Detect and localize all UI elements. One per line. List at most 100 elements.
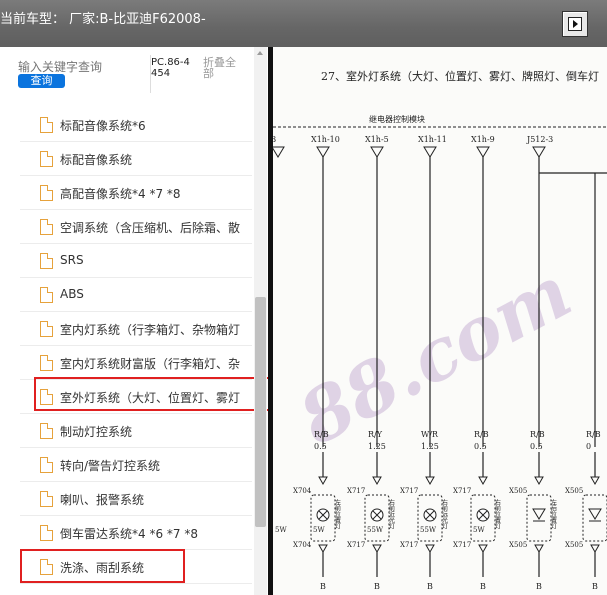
file-icon <box>40 287 53 303</box>
lamp-connector-label: X717 <box>453 541 471 549</box>
wire-size-label: 0 <box>586 442 591 451</box>
wire-color-label: R/B <box>314 430 329 439</box>
connector-arrow <box>590 544 600 554</box>
scrollbar-thumb[interactable] <box>255 297 266 527</box>
connector-pin-label: X1h-5 <box>365 135 389 144</box>
tree-item-label: 制动灯控系统 <box>60 425 133 439</box>
tree-item-label: 标配音像系统*6 <box>60 119 146 133</box>
ground-wire-label: B <box>480 582 486 591</box>
lamp-wattage-label: 55W <box>367 526 384 534</box>
wire-size-label: 0.5 <box>314 442 327 451</box>
highlight-box-exterior-lights <box>34 377 276 411</box>
lamp-name-label: 右前远光灯 <box>441 498 448 530</box>
tree-item[interactable]: 标配音像系统*6 <box>20 109 252 142</box>
lamp-housing <box>582 494 607 542</box>
tree-item-label: 室内灯系统财富版（行李箱灯、杂 <box>60 357 241 371</box>
connector-arrow <box>478 544 488 554</box>
connector-pin-label: J512-3 <box>526 135 553 144</box>
tree-item[interactable]: 高配音像系统*4 *7 *8 <box>20 177 252 210</box>
tree-item-label: 空调系统（含压缩机、后除霜、散 <box>60 221 241 235</box>
connector-pin-label: X1h-9 <box>471 135 495 144</box>
wire-color-label: W/R <box>421 430 439 439</box>
wire-color-label: R/B <box>474 430 489 439</box>
pin-terminal-marker <box>423 146 437 158</box>
connector-arrow <box>590 476 600 486</box>
wire-color-label: R/B <box>530 430 545 439</box>
ground-wire-label: B <box>427 582 433 591</box>
lamp-connector-label: X505 <box>509 541 527 549</box>
file-icon <box>40 117 53 133</box>
pin-terminal-marker <box>273 146 285 158</box>
wiring-diagram: 27、室外灯系统（大灯、位置灯、雾灯、牌照灯、倒车灯 继电器控制模块 88.co… <box>273 47 607 595</box>
highlight-box-washer-wiper <box>20 549 185 583</box>
lamp-wattage-label: 5W <box>473 526 485 534</box>
lamp-wattage-label: 5W <box>275 526 287 534</box>
connector-arrow <box>478 476 488 486</box>
wire-size-label: 0.5 <box>474 442 487 451</box>
wire-size-label: 1.25 <box>421 442 439 451</box>
tree-item-label: 标配音像系统 <box>60 153 133 167</box>
pin-terminal-marker <box>316 146 330 158</box>
tree-item[interactable]: SRS <box>20 245 252 278</box>
file-icon <box>40 491 53 507</box>
connector-pin-label: X1h-10 <box>311 135 340 144</box>
panel-toggle-button[interactable] <box>562 11 588 37</box>
lamp-connector-label: X505 <box>565 541 583 549</box>
tree-item[interactable]: 空调系统（含压缩机、后除霜、散 <box>20 211 252 244</box>
lamp-wattage-label: 5W <box>313 526 325 534</box>
search-button[interactable]: 查询 <box>18 74 65 88</box>
ground-wire-label: B <box>536 582 542 591</box>
lamp-name-label: 右前近光灯 <box>388 498 395 530</box>
left-panel: 查询 PC.86-4454 折叠全部 标配音像系统*6 标配音像系统高配音像系统*… <box>0 47 276 595</box>
wire-size-label: 1.25 <box>368 442 386 451</box>
lamp-connector-label: X717 <box>453 487 471 495</box>
ground-wire-label: B <box>374 582 380 591</box>
scrollbar[interactable] <box>254 47 267 595</box>
tree-item[interactable]: 标配音像系统 <box>20 143 252 176</box>
tree-item[interactable]: 转向/警告灯控系统 <box>20 449 252 482</box>
tree-item[interactable]: 室内灯系统（行李箱灯、杂物箱灯 <box>20 313 252 346</box>
lamp-connector-label: X717 <box>347 487 365 495</box>
lamp-wattage-label: 55W <box>420 526 437 534</box>
module-label: 继电器控制模块 <box>369 114 425 124</box>
wire-color-label: R/Y <box>368 430 383 439</box>
pin-terminal-marker <box>370 146 384 158</box>
tree-item-label: 室内灯系统（行李箱灯、杂物箱灯 <box>60 323 241 337</box>
lamp-connector-label: X717 <box>347 541 365 549</box>
file-icon <box>40 219 53 235</box>
search-input[interactable] <box>18 59 138 75</box>
expand-arrow-icon <box>568 17 582 31</box>
file-icon <box>40 355 53 371</box>
tree-item[interactable]: 倒车雷达系统*4 *6 *7 *8 <box>20 517 252 550</box>
connector-arrow <box>372 544 382 554</box>
lamp-connector-label: X717 <box>400 541 418 549</box>
tree-item[interactable]: ABS <box>20 279 252 312</box>
wire-color-label: R/B <box>586 430 601 439</box>
tree-item[interactable]: 室内灯系统财富版（行李箱灯、杂 <box>20 347 252 380</box>
file-icon <box>40 423 53 439</box>
led-icon <box>588 508 602 520</box>
lamp-connector-label: X717 <box>400 487 418 495</box>
tree-item-label: 高配音像系统*4 *7 *8 <box>60 187 181 201</box>
app-window: 当前车型： 厂家:B-比亚迪F62008- 查询 PC.86-4454 折叠全部… <box>0 0 607 595</box>
lamp-name-label: 左前位置灯 <box>334 498 341 530</box>
connector-arrow <box>425 544 435 554</box>
lamp-connector-label: X704 <box>293 487 312 495</box>
tree-item-label: ABS <box>60 287 84 301</box>
tree-item-label: SRS <box>60 253 84 267</box>
ground-wire-label: B <box>592 582 598 591</box>
vehicle-model-title: 当前车型： 厂家:B-比亚迪F62008- <box>0 12 206 27</box>
file-icon <box>40 321 53 337</box>
connector-arrow <box>534 544 544 554</box>
lamp-name-label: 右前位置灯 <box>494 498 501 530</box>
tree-item[interactable]: 制动灯控系统 <box>20 415 252 448</box>
tree-item[interactable]: 喇叭、报警系统 <box>20 483 252 516</box>
file-icon <box>40 525 53 541</box>
model-code: PC.86-4454 <box>151 57 190 79</box>
collapse-all-button[interactable]: 折叠全部 <box>203 57 243 79</box>
connector-arrow <box>318 476 328 486</box>
connector-arrow <box>425 476 435 486</box>
lamp-name-label: 左后位置灯 <box>550 498 557 530</box>
wiring-diagram-svg: 27、室外灯系统（大灯、位置灯、雾灯、牌照灯、倒车灯 继电器控制模块 88.co… <box>273 69 607 591</box>
scroll-up-arrow-icon[interactable] <box>257 51 263 55</box>
